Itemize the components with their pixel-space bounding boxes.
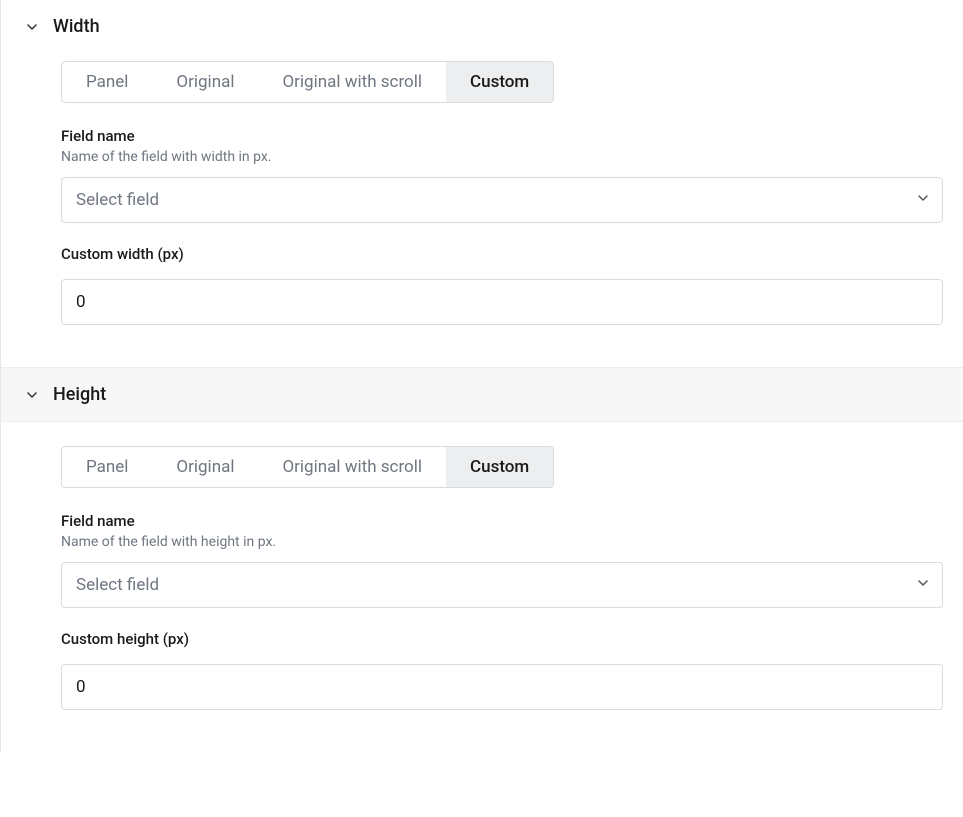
- height-mode-toggle: Panel Original Original with scroll Cust…: [61, 446, 554, 488]
- width-field-name-block: Field name Name of the field with width …: [61, 127, 943, 223]
- height-option-original[interactable]: Original: [152, 447, 258, 487]
- width-option-panel[interactable]: Panel: [62, 62, 152, 102]
- width-option-original[interactable]: Original: [152, 62, 258, 102]
- height-field-select-wrap: Select field: [61, 562, 943, 608]
- height-custom-block: Custom height (px): [61, 630, 943, 710]
- height-title: Height: [53, 384, 106, 405]
- width-option-custom[interactable]: Custom: [446, 62, 553, 102]
- width-title: Width: [53, 16, 100, 37]
- width-body: Panel Original Original with scroll Cust…: [1, 53, 963, 325]
- width-custom-label: Custom width (px): [61, 245, 943, 263]
- height-field-name-label: Field name: [61, 512, 943, 530]
- width-field-name-hint: Name of the field with width in px.: [61, 149, 943, 165]
- height-option-panel[interactable]: Panel: [62, 447, 152, 487]
- height-field-name-block: Field name Name of the field with height…: [61, 512, 943, 608]
- height-section: Height Panel Original Original with scro…: [1, 367, 963, 752]
- width-section: Width Panel Original Original with scrol…: [1, 0, 963, 367]
- height-option-original-scroll[interactable]: Original with scroll: [258, 447, 446, 487]
- width-mode-toggle: Panel Original Original with scroll Cust…: [61, 61, 554, 103]
- height-body: Panel Original Original with scroll Cust…: [1, 422, 963, 710]
- height-option-custom[interactable]: Custom: [446, 447, 553, 487]
- height-field-select[interactable]: Select field: [61, 562, 943, 608]
- height-custom-label: Custom height (px): [61, 630, 943, 648]
- width-option-original-scroll[interactable]: Original with scroll: [258, 62, 446, 102]
- width-section-header[interactable]: Width: [1, 0, 963, 53]
- width-field-select[interactable]: Select field: [61, 177, 943, 223]
- chevron-down-icon: [25, 388, 39, 402]
- height-field-name-hint: Name of the field with height in px.: [61, 534, 943, 550]
- width-custom-block: Custom width (px): [61, 245, 943, 325]
- width-field-name-label: Field name: [61, 127, 943, 145]
- width-field-select-wrap: Select field: [61, 177, 943, 223]
- width-custom-input[interactable]: [61, 279, 943, 325]
- height-custom-input[interactable]: [61, 664, 943, 710]
- height-section-header[interactable]: Height: [1, 367, 963, 422]
- chevron-down-icon: [25, 20, 39, 34]
